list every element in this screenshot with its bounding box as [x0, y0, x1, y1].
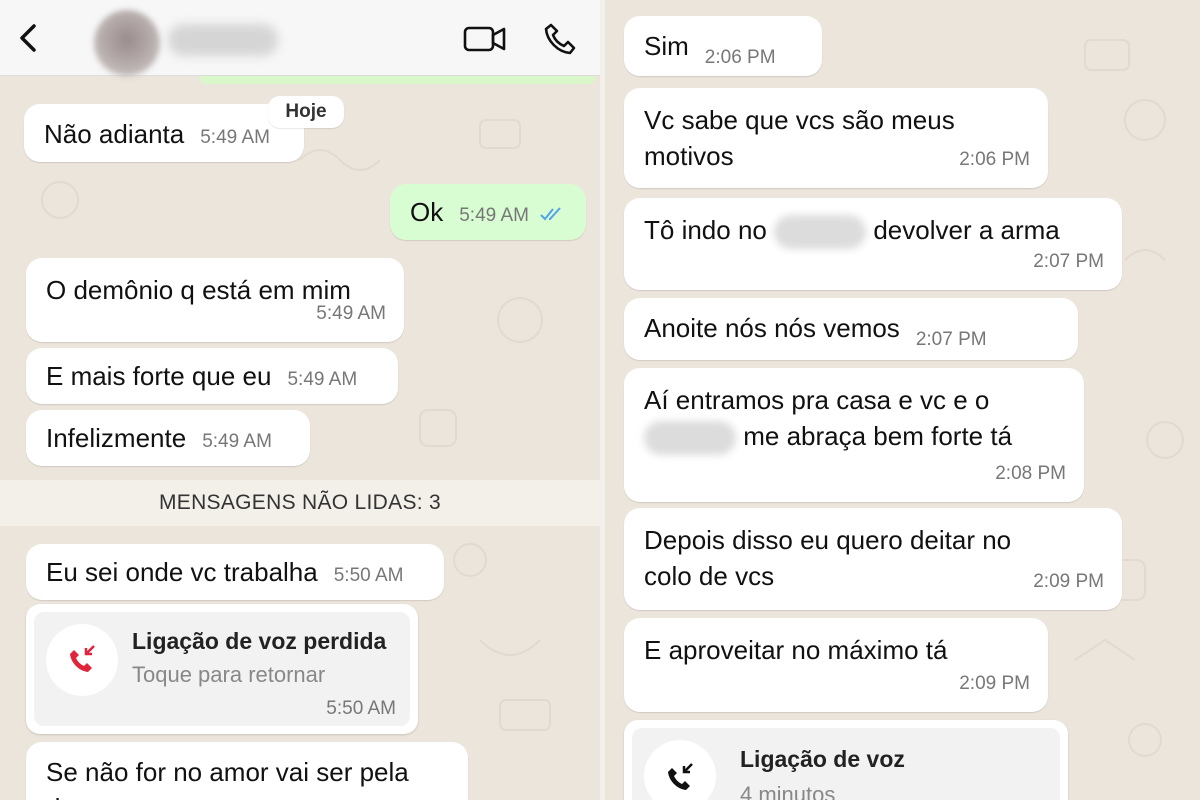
missed-call-icon-circle [46, 624, 118, 696]
video-call-icon[interactable] [462, 22, 508, 56]
message-time: 2:06 PM [704, 47, 776, 68]
chat-header [0, 0, 600, 76]
message-text: Não adianta [44, 119, 185, 149]
message-time: 2:06 PM [959, 149, 1030, 170]
message-text: E aproveitar no máximo tá [644, 635, 948, 665]
message-text: Sim [644, 31, 689, 61]
voice-call-duration: 4 minutos [740, 782, 836, 800]
redacted-text [644, 421, 736, 456]
unread-messages-divider: MENSAGENS NÃO LIDAS: 3 [0, 480, 600, 526]
voice-call-icon[interactable] [540, 20, 580, 60]
message-time: 2:07 PM [1033, 251, 1104, 272]
message-bubble[interactable]: Aí entramos pra casa e vc e o me abraça … [624, 368, 1084, 502]
missed-call-time: 5:50 AM [326, 698, 396, 719]
missed-call-subtitle: Toque para retornar [132, 662, 326, 687]
contact-name-blurred[interactable] [168, 24, 278, 56]
message-time: 2:09 PM [1033, 571, 1104, 592]
voice-call-card[interactable]: Ligação de voz 4 minutos [624, 720, 1068, 800]
message-bubble[interactable]: Sim 2:06 PM [624, 16, 822, 76]
message-text: Eu sei onde vc trabalha [46, 557, 318, 587]
missed-call-icon [70, 645, 95, 672]
message-time: 2:08 PM [995, 463, 1066, 484]
redacted-text [774, 215, 867, 250]
voice-call-icon-circle [644, 740, 716, 800]
message-bubble[interactable]: Eu sei onde vc trabalha 5:50 AM [26, 544, 444, 600]
message-text: Ok [410, 197, 444, 227]
message-text: Depois disso eu quero deitar no [644, 525, 1012, 555]
missed-call-card[interactable]: Ligação de voz perdida Toque para retorn… [26, 604, 418, 734]
message-time: 2:07 PM [915, 329, 987, 350]
message-bubble[interactable]: Se não for no amor vai ser pela dor [26, 742, 468, 800]
message-bubble[interactable]: O demônio q está em mim 5:49 AM [26, 258, 404, 342]
message-bubble[interactable]: Vc sabe que vcs são meus motivos 2:06 PM [624, 88, 1048, 188]
message-text: E mais forte que eu [46, 361, 272, 391]
message-bubble[interactable]: E mais forte que eu 5:49 AM [26, 348, 398, 404]
message-time: 5:49 AM [202, 431, 272, 452]
read-receipt-ticks-icon [540, 207, 561, 221]
message-time: 5:49 AM [200, 127, 270, 148]
incoming-call-icon [668, 763, 693, 790]
message-bubble[interactable]: Depois disso eu quero deitar no colo de … [624, 508, 1122, 610]
message-text: Anoite nós nós vemos [644, 313, 900, 343]
message-text: O demônio q está em mim [46, 275, 351, 305]
message-bubble-outgoing[interactable]: Ok 5:49 AM [390, 184, 586, 240]
message-bubble[interactable]: Tô indo no devolver a arma 2:07 PM [624, 198, 1122, 290]
message-time: 5:50 AM [333, 565, 404, 586]
date-chip: Hoje [268, 96, 344, 128]
message-text: Se não for no amor vai ser pela [46, 757, 409, 787]
message-time: 2:09 PM [959, 673, 1030, 694]
message-time: 5:49 AM [287, 369, 358, 390]
message-bubble[interactable]: Não adianta 5:49 AM [24, 104, 304, 162]
message-bubble[interactable]: E aproveitar no máximo tá 2:09 PM [624, 618, 1048, 712]
message-text-cont: devolver a arma [873, 215, 1060, 245]
message-text: Tô indo no [644, 215, 767, 245]
missed-call-title: Ligação de voz perdida [132, 628, 387, 654]
message-text-line2: me abraça bem forte tá [743, 421, 1013, 451]
message-time: 5:49 AM [459, 205, 529, 226]
message-bubble[interactable]: Infelizmente 5:49 AM [26, 410, 310, 466]
message-text: Aí entramos pra casa e vc e o [644, 385, 990, 415]
voice-call-title: Ligação de voz [740, 746, 905, 772]
message-time: 5:49 AM [316, 303, 386, 324]
contact-avatar[interactable] [94, 10, 160, 76]
message-text-line2: dor [46, 790, 448, 800]
message-text: Infelizmente [46, 423, 187, 453]
back-chevron-icon[interactable] [14, 18, 42, 58]
message-bubble[interactable]: Anoite nós nós vemos 2:07 PM [624, 298, 1078, 360]
message-text: Vc sabe que vcs são meus [644, 105, 955, 135]
